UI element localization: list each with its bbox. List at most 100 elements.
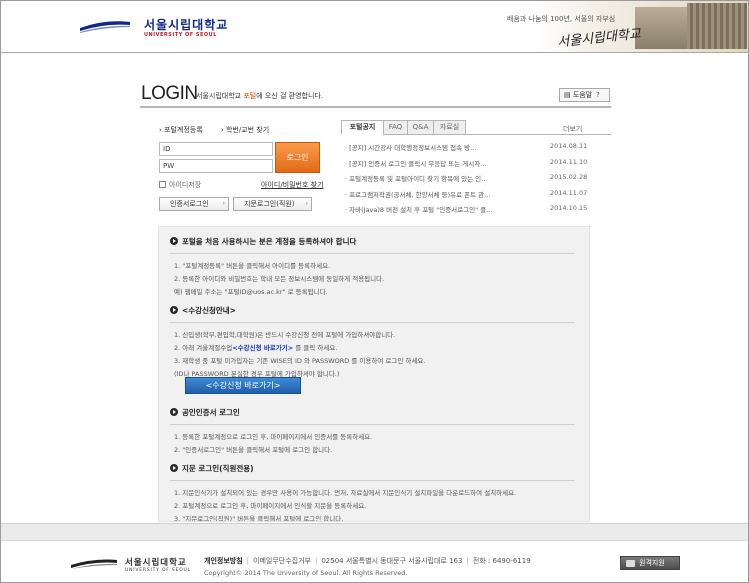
footer-separator: | [466,557,469,565]
help-button[interactable]: ▤ 도움말? [559,88,610,102]
guide-item: 3. "지문로그인(직원)" 버튼을 클릭해서 포털에 로그인 합니다. [174,515,344,522]
footer-strip [1,524,748,541]
first-time-section: 포털을 처음 사용하시는 분은 계정을 등록하셔야 합니다 1. "포털계정등록… [170,236,575,299]
more-link[interactable]: 더보기 [563,124,582,134]
section-title: <수강신청안내> [170,305,575,317]
enroll-section: <수강신청안내> 1. 신입생(학부,편입학,대학원)은 반드시 수강신청 전에… [170,305,575,381]
notice-date: 2014.11.10 [550,157,588,166]
guide-item: 1. 신입생(학부,편입학,대학원)은 반드시 수강신청 전에 포털에 가입하셔… [174,331,396,339]
id-input[interactable] [159,142,273,156]
logo-swoosh-icon [71,559,117,569]
chevron-right-icon: › [222,200,225,207]
login-button[interactable]: 로그인 [275,142,320,173]
guide-item: 2. "인증서로그인" 버튼을 클릭해서 포털에 로그인 합니다. [174,446,333,454]
welcome-prefix: 서울시립대학교 [196,92,244,100]
logo-korean: 서울시립대학교 [144,18,229,32]
welcome-text: 서울시립대학교 포털에 오신 걸 환영합니다. [196,91,323,101]
guide-item-prefix: 2. 아래 겨울계절수업 [174,344,233,352]
footer-separator: | [246,557,249,565]
password-input[interactable] [159,159,273,173]
building-image [635,7,693,49]
notice-title: · 포털계정등록 및 포털아이디 찾기 항목에 있는 인... [345,175,488,183]
enroll-shortcut-button[interactable]: <수강신청 바로가기> [185,377,301,394]
footer: 서울시립대학교 UNIVERSITY OF SEOUL 개인정보방침 | 이메일무단… [1,523,748,582]
enroll-title: <수강신청안내> [182,306,236,315]
guide-item: 2. 아래 겨울계절수업<수강신청 바로가기> 를 클릭 하세요. [170,342,575,355]
enroll-inline-link[interactable]: <수강신청 바로가기> [232,344,293,352]
save-id-checkbox[interactable]: 아이디저장 [159,180,201,190]
slogan-banner: 배움과 나눔의 100년, 서울의 자부심 서울시립대학교 [475,1,748,52]
register-link[interactable]: › 포털계정등록 [159,126,211,134]
register-link-label: 포털계정등록 [164,126,203,134]
bullet-arrow-icon [170,408,178,416]
guide-panel: 포털을 처음 사용하시는 분은 계정을 등록하셔야 합니다 1. "포털계정등록… [158,226,590,522]
guide-item: 3. 재학생 중 포털 미가입자는 기존 WISE의 ID 와 PASSWORD… [174,357,426,365]
fingerprint-section: 지문 로그인(직원전용) 1. 지문인식기가 설치되어 있는 경우만 사용이 가… [170,463,575,522]
section-divider [170,480,575,481]
section-divider [170,253,575,254]
help-question-icon: ? [596,91,600,99]
find-id-password-link[interactable]: 아이디/비밀번호 찾기 [261,180,324,190]
remote-support-button[interactable]: 원격지원 [620,556,680,570]
notice-list: · [공지] 시간강사 대학행정정보시스템 접속 방... 2014.08.11 … [345,142,611,220]
guide-item: 1. "포털계정등록" 버튼을 클릭해서 아이디를 등록하세요. [174,262,331,270]
privacy-policy-link[interactable]: 개인정보방침 [204,557,243,565]
footer-logo-english: UNIVERSITY OF SEOUL [125,568,191,573]
bullet-arrow-icon [170,306,178,314]
bullet-arrow-icon [170,464,178,472]
footer-phone: 전화 : 6490-6119 [472,557,531,565]
tab-archive[interactable]: 자료실 [433,120,466,135]
footer-address: 02504 서울특별시 동대문구 서울시립대로 163 [321,557,463,565]
list-item[interactable]: · [공지] 시간강사 대학행정정보시스템 접속 방... 2014.08.11 [345,142,611,158]
save-id-label: 아이디저장 [169,181,202,189]
notice-date: 2014.10.15 [550,204,588,212]
section-divider [170,424,575,425]
email-refusal-link[interactable]: 이메일무단수집거부 [253,557,311,565]
help-label: 도움말 [572,91,593,99]
tab-faq[interactable]: FAQ [383,120,408,135]
building-image-2 [687,3,747,49]
bullet-arrow-icon [170,237,178,245]
notice-date: 2015.02.28 [550,173,588,181]
notice-date: 2014.11.07 [550,188,588,197]
welcome-highlight: 포털 [243,92,257,100]
footer-logo-korean: 서울시립대학교 [125,558,187,568]
help-icon: ▤ [564,91,573,99]
remote-support-label: 원격지원 [639,559,665,567]
heading-divider [140,106,611,108]
fingerprint-login-label: 지문로그인(직원) [244,200,295,208]
fingerprint-login-button[interactable]: 지문로그인(직원) › [233,197,312,211]
copyright: Copyright© 2014 The University of Seoul.… [204,569,408,577]
section-divider [170,322,575,323]
slogan-text: 배움과 나눔의 100년, 서울의 자부심 [507,15,616,23]
guide-item-suffix: 를 클릭 하세요. [293,344,338,352]
monitor-icon [626,560,635,567]
logo-swoosh-icon [80,21,130,33]
certificate-section: 공인인증서 로그인 1. 등록한 포털계정으로 로그인 후, 마이페이지에서 인… [170,407,575,457]
certificate-login-button[interactable]: 인증서로그인 › [159,197,229,211]
list-item[interactable]: · 자바(Java)8 버전 설치 후 포털 "인증서로그인" 클... 2014… [345,204,611,220]
university-logo[interactable]: 서울시립대학교 UNIVERSITY OF SEOUL [80,15,240,41]
list-item[interactable]: · 포털계정등록 및 포털아이디 찾기 항목에 있는 인... 2015.02.2… [345,173,611,189]
footer-logo: 서울시립대학교 UNIVERSITY OF SEOUL [71,556,191,576]
list-item[interactable]: · 프로그램저작권(공서체, 한양서체 등)유료 폰트 관... 2014.11.… [345,189,611,205]
chevron-right-icon: › [305,200,308,207]
certificate-title: 공인인증서 로그인 [182,408,240,417]
section-title: 포털을 처음 사용하시는 분은 계정을 등록하셔야 합니다 [170,236,575,248]
tab-qna[interactable]: Q&A [407,120,434,135]
section-title: 공인인증서 로그인 [170,407,575,419]
login-heading: LOGIN [141,83,198,104]
tab-portal-notice[interactable]: 포털공지 [341,120,384,135]
footer-separator: | [314,557,318,565]
list-item[interactable]: · [공지] 인증서 로그인 클릭시 무응답 또는 게시자... 2014.11.… [345,158,611,174]
guide-item: 2. 등록한 아이디와 비밀번호는 학내 모든 정보시스템에 동일하게 적용됩니… [174,275,385,283]
footer-links: 개인정보방침 | 이메일무단수집거부 | 02504 서울특별시 동대문구 서울시립대로… [204,556,531,566]
welcome-suffix: 에 오신 걸 환영합니다. [256,92,324,100]
fingerprint-title: 지문 로그인(직원전용) [182,464,254,473]
notice-title: · [공지] 시간강사 대학행정정보시스템 접속 방... [345,144,477,152]
guide-item: 2. 포털계정으로 로그인 후, 마이페이지에서 인식할 지문을 등록하세요. [174,502,367,510]
notice-title: · 프로그램저작권(공서체, 한양서체 등)유료 폰트 관... [345,190,491,199]
find-student-id-link[interactable]: › 학번/교번 찾기 [221,126,277,134]
certificate-login-label: 인증서로그인 [170,200,209,208]
guide-item: 예) 웹메일 주소는 "포털ID@uos.ac.kr" 로 등록됩니다. [174,288,328,296]
